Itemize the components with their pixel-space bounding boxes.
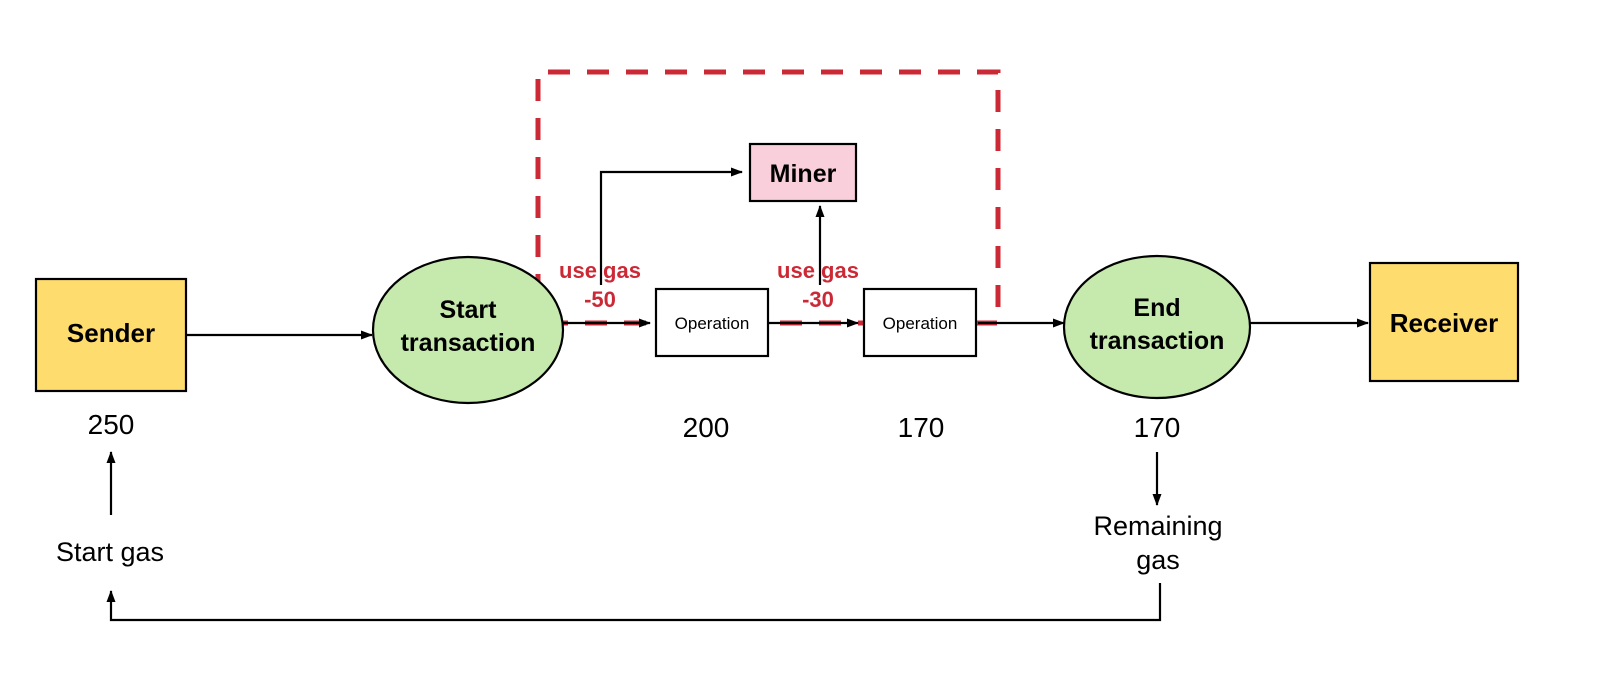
operation-1-gas-value: 200 — [683, 412, 730, 443]
sender-label: Sender — [67, 318, 155, 348]
operation-1-label: Operation — [675, 314, 750, 333]
receiver-label: Receiver — [1390, 308, 1498, 338]
remaining-gas-label-line1: Remaining — [1093, 511, 1222, 541]
use-gas-1-label: use gas — [559, 258, 641, 283]
gas-flow-diagram: Sender 250 Start transaction Operation 2… — [0, 0, 1600, 691]
operation-2-label: Operation — [883, 314, 958, 333]
use-gas-2-amount: -30 — [802, 287, 834, 312]
diagram-canvas: Sender 250 Start transaction Operation 2… — [34, 69, 1520, 622]
start-transaction-label-line1: Start — [440, 296, 498, 324]
edge-remaining-gas-return-to-sender — [106, 583, 1162, 622]
end-transaction-label-line2: transaction — [1090, 327, 1225, 355]
remaining-gas-label-line2: gas — [1136, 545, 1180, 575]
use-gas-1-amount: -50 — [584, 287, 616, 312]
miner-label: Miner — [770, 160, 837, 188]
start-gas-label: Start gas — [56, 537, 164, 567]
use-gas-2-label: use gas — [777, 258, 859, 283]
end-transaction-gas-value: 170 — [1134, 412, 1181, 443]
sender-gas-value: 250 — [88, 409, 135, 440]
end-transaction-label-line1: End — [1133, 294, 1180, 322]
operation-2-gas-value: 170 — [898, 412, 945, 443]
start-transaction-label-line2: transaction — [401, 329, 536, 357]
